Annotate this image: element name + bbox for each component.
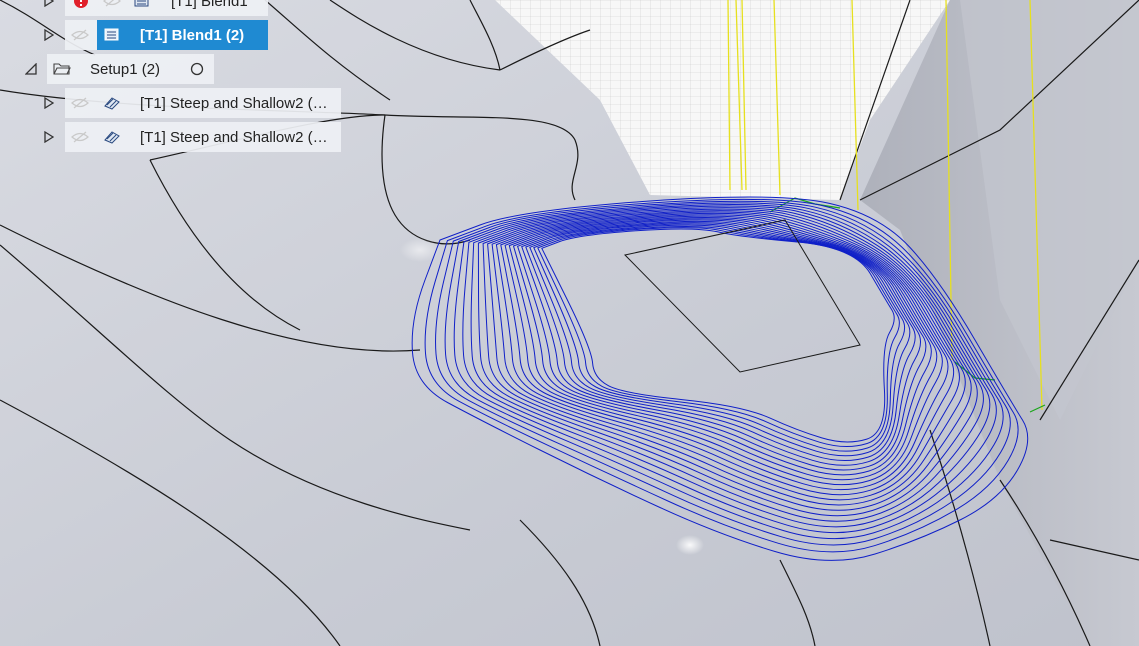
eye-hidden-icon[interactable] (71, 28, 89, 42)
tree-node[interactable]: Setup1 (2) (47, 54, 214, 84)
eye-hidden-icon[interactable] (71, 96, 89, 110)
tree-row[interactable]: [T1] Steep and Shallow2 (… (0, 88, 345, 118)
tree-node[interactable]: [T1] Steep and Shallow2 (… (65, 88, 341, 118)
circle-radio-icon[interactable] (190, 62, 204, 76)
tree-node-label: [T1] Blend1 (2) (140, 26, 245, 44)
tree-node-label: [T1] Steep and Shallow2 (… (140, 128, 328, 146)
tree-node-label: [T1] Blend1 (171, 0, 248, 10)
eye-hidden-icon[interactable] (103, 0, 121, 8)
browser-tree: [T1] Blend1 [T1] Blend1 (2) Setup1 (2) [… (0, 0, 360, 160)
specular-highlight (676, 535, 704, 555)
triangle-down-icon[interactable] (24, 62, 38, 76)
tree-node[interactable] (65, 20, 97, 50)
tree-node-selected[interactable]: [T1] Blend1 (2) (97, 20, 268, 50)
specular-highlight (400, 238, 440, 262)
triangle-right-icon[interactable] (42, 96, 56, 110)
triangle-right-icon[interactable] (42, 130, 56, 144)
toolpath-operation-icon (103, 129, 121, 145)
toolpath-operation-icon (103, 95, 121, 111)
tree-row[interactable]: [T1] Steep and Shallow2 (… (0, 122, 345, 152)
tree-row[interactable]: Setup1 (2) (0, 54, 300, 84)
triangle-right-icon[interactable] (42, 28, 56, 42)
tree-node[interactable]: [T1] Steep and Shallow2 (… (65, 122, 341, 152)
folder-open-icon (53, 61, 71, 77)
triangle-right-icon[interactable] (42, 0, 56, 8)
toolpath-operation-icon (133, 0, 151, 9)
eye-hidden-icon[interactable] (71, 130, 89, 144)
toolpath-operation-icon (103, 27, 121, 43)
tree-node[interactable]: [T1] Blend1 (65, 0, 268, 16)
error-icon (73, 0, 89, 9)
tree-row[interactable]: [T1] Blend1 (0, 0, 300, 16)
tree-row[interactable]: [T1] Blend1 (2) (0, 20, 300, 50)
tree-node-label: Setup1 (2) (90, 60, 161, 78)
tree-node-label: [T1] Steep and Shallow2 (… (140, 94, 328, 112)
